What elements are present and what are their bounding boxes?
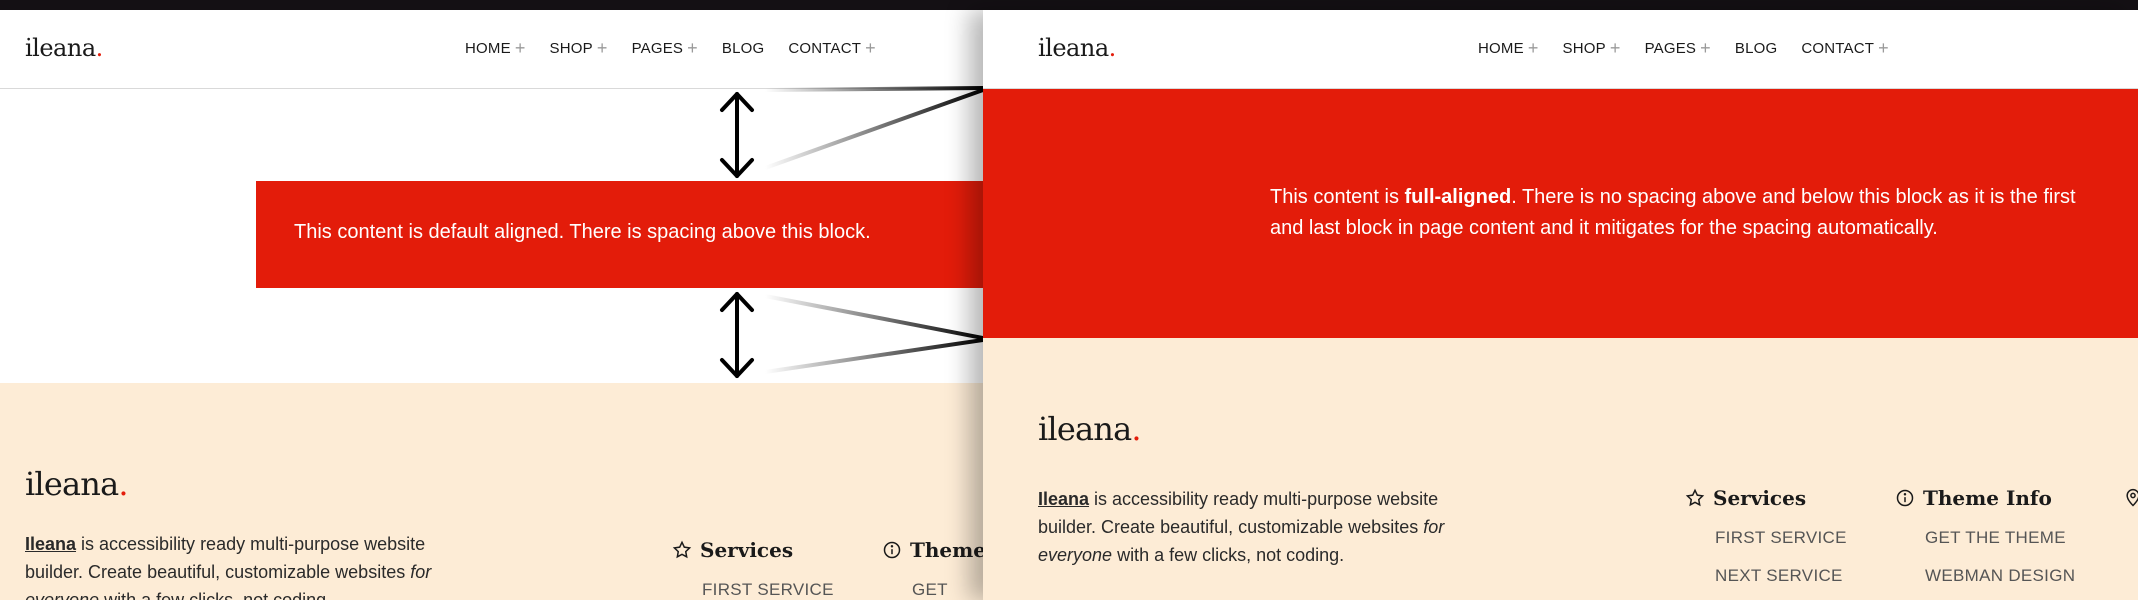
services-heading: Services bbox=[672, 538, 834, 562]
plus-icon: + bbox=[687, 38, 698, 58]
site-footer: ileana. Ileana is accessibility ready mu… bbox=[0, 383, 983, 600]
footer-link-get-the-theme[interactable]: GET THE THEME bbox=[1925, 528, 2075, 548]
nav-pages[interactable]: PAGES + bbox=[632, 38, 698, 58]
nav-home[interactable]: HOME + bbox=[465, 38, 526, 58]
footer-logo[interactable]: ileana. bbox=[1038, 410, 1142, 448]
site-logo[interactable]: ileana. bbox=[25, 34, 103, 62]
nav-contact[interactable]: CONTACT + bbox=[1801, 38, 1889, 58]
default-aligned-text: This content is default aligned. There i… bbox=[294, 221, 871, 243]
map-pin-icon bbox=[2126, 488, 2138, 507]
footer-theme-column: Theme GET THE bbox=[882, 538, 983, 600]
nav-blog[interactable]: BLOG bbox=[1735, 40, 1777, 57]
nav-blog[interactable]: BLOG bbox=[722, 40, 764, 57]
nav-shop[interactable]: SHOP + bbox=[550, 38, 608, 58]
right-screenshot-panel: ileana. HOME + SHOP + PAGES + BLOG CONTACT +… bbox=[983, 10, 2138, 600]
info-icon bbox=[883, 541, 901, 559]
theme-heading: Theme bbox=[882, 538, 983, 562]
nav-pages[interactable]: PAGES + bbox=[1645, 38, 1711, 58]
plus-icon: + bbox=[514, 38, 526, 58]
services-heading: Services bbox=[1685, 486, 1847, 510]
theme-info-heading: Theme Info bbox=[1895, 486, 2075, 510]
plus-icon: + bbox=[1527, 38, 1539, 58]
site-footer: ileana. Ileana is accessibility ready mu… bbox=[983, 338, 2138, 600]
footer-description: Ileana is accessibility ready multi-purp… bbox=[25, 534, 432, 600]
plus-icon: + bbox=[596, 38, 608, 58]
info-icon bbox=[1896, 489, 1914, 507]
left-screenshot-panel: ileana. HOME + SHOP + PAGES + BLOG CONTACT +… bbox=[0, 10, 983, 600]
footer-link-get-theme[interactable]: GET THE bbox=[912, 580, 983, 600]
footer-services-column: Services FIRST SERVICE NEXT SERVICE bbox=[1685, 486, 1847, 586]
plus-icon: + bbox=[865, 38, 876, 58]
full-aligned-block: This content is full-aligned. There is n… bbox=[983, 89, 2138, 338]
footer-link-webman-design[interactable]: WEBMAN DESIGN bbox=[1925, 566, 2075, 586]
footer-description: Ileana is accessibility ready multi-purp… bbox=[1038, 489, 1445, 565]
main-nav: HOME + SHOP + PAGES + BLOG CONTACT + bbox=[465, 38, 876, 58]
browser-top-strip bbox=[0, 0, 2138, 10]
nav-contact[interactable]: CONTACT + bbox=[788, 38, 876, 58]
plus-icon: + bbox=[1700, 38, 1711, 58]
footer-link-first-service[interactable]: FIRST SERVICE bbox=[1715, 528, 1847, 548]
star-icon bbox=[1685, 488, 1705, 507]
plus-icon: + bbox=[1878, 38, 1889, 58]
footer-logo[interactable]: ileana. bbox=[25, 465, 129, 503]
top-spacing-arrow-icon bbox=[720, 92, 754, 178]
footer-brand-link[interactable]: Ileana bbox=[1038, 489, 1089, 509]
footer-services-column: Services FIRST SERVICE bbox=[672, 538, 834, 600]
site-logo[interactable]: ileana. bbox=[1038, 34, 1116, 62]
full-aligned-text: This content is full-aligned. There is n… bbox=[1270, 186, 2076, 239]
footer-link-first-service[interactable]: FIRST SERVICE bbox=[702, 580, 834, 600]
star-icon bbox=[672, 540, 692, 559]
footer-theme-info-column: Theme Info GET THE THEME WEBMAN DESIGN bbox=[1895, 486, 2075, 586]
footer-brand-link[interactable]: Ileana bbox=[25, 534, 76, 554]
nav-home[interactable]: HOME + bbox=[1478, 38, 1539, 58]
default-aligned-block: This content is default aligned. There i… bbox=[256, 181, 983, 288]
footer-link-next-service[interactable]: NEXT SERVICE bbox=[1715, 566, 1847, 586]
nav-shop[interactable]: SHOP + bbox=[1563, 38, 1621, 58]
site-header: ileana. HOME + SHOP + PAGES + BLOG CONTACT + bbox=[983, 10, 2138, 89]
main-nav: HOME + SHOP + PAGES + BLOG CONTACT + bbox=[1478, 38, 1889, 58]
bottom-spacing-arrow-icon bbox=[720, 292, 754, 378]
site-header: ileana. HOME + SHOP + PAGES + BLOG CONTACT + bbox=[0, 10, 983, 89]
plus-icon: + bbox=[1609, 38, 1621, 58]
